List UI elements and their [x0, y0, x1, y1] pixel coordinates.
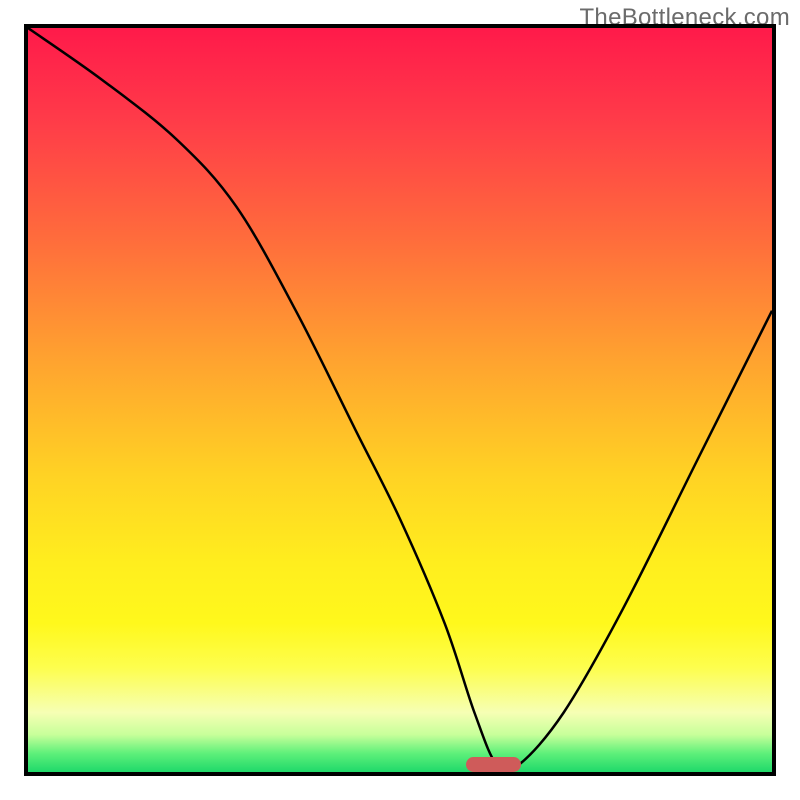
chart-canvas: TheBottleneck.com — [0, 0, 800, 800]
chart-frame — [24, 24, 776, 776]
curve-svg — [28, 28, 772, 772]
bottleneck-curve — [28, 28, 772, 771]
optimal-marker — [466, 757, 521, 772]
